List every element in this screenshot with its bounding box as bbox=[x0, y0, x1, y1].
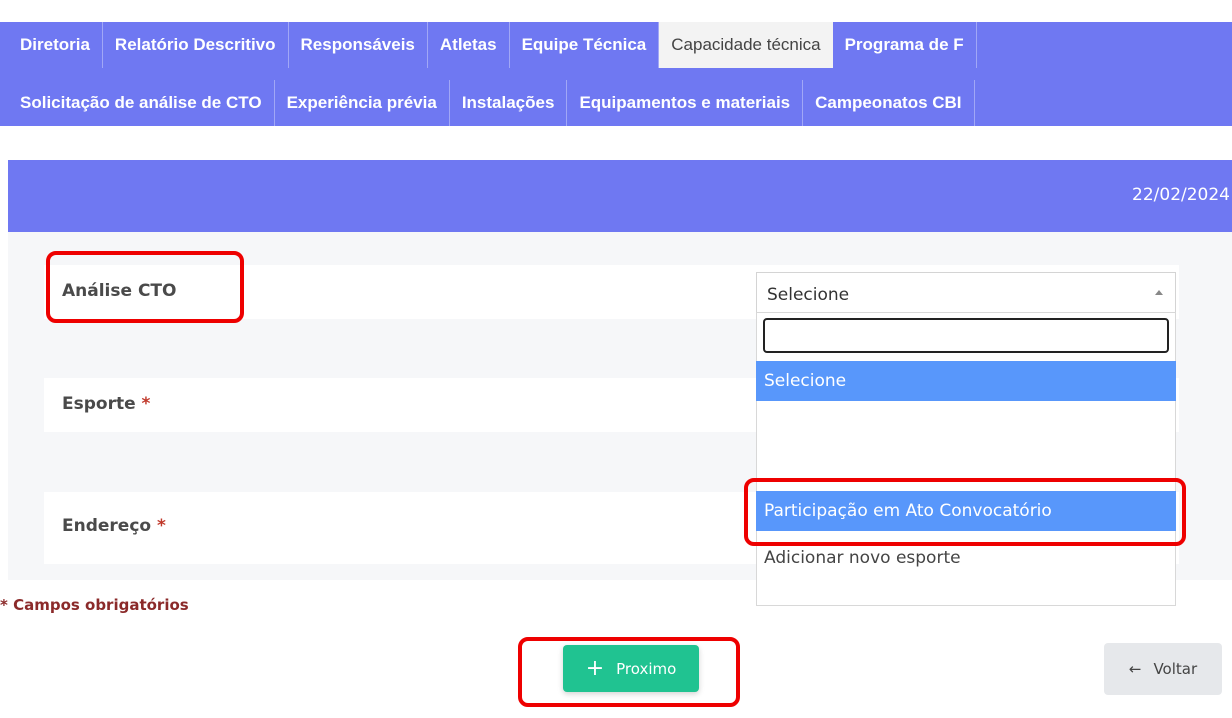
tab-responsaveis[interactable]: Responsáveis bbox=[289, 22, 428, 68]
endereco-label: Endereço * bbox=[62, 516, 166, 536]
back-button-label: Voltar bbox=[1153, 660, 1198, 678]
card-header: 22/02/2024 bbox=[8, 160, 1232, 232]
annotation-box-next bbox=[518, 637, 740, 707]
tab-row-2: Solicitação de análise de CTO Experiênci… bbox=[0, 80, 1232, 126]
esporte-label: Esporte * bbox=[62, 394, 151, 414]
tab-relatorio-descritivo[interactable]: Relatório Descritivo bbox=[103, 22, 289, 68]
annotation-box-option bbox=[744, 478, 1186, 546]
tab-diretoria[interactable]: Diretoria bbox=[0, 22, 103, 68]
tab-atletas[interactable]: Atletas bbox=[428, 22, 510, 68]
tab-capacidade-tecnica[interactable]: Capacidade técnica bbox=[659, 22, 833, 68]
tab-instalacoes[interactable]: Instalações bbox=[450, 80, 568, 126]
tab-programa[interactable]: Programa de F bbox=[833, 22, 977, 68]
required-mark: * bbox=[141, 394, 151, 414]
back-button[interactable]: ← Voltar bbox=[1104, 643, 1222, 695]
tab-row-1: Diretoria Relatório Descritivo Responsáv… bbox=[0, 22, 1232, 68]
tab-campeonatos[interactable]: Campeonatos CBI bbox=[803, 80, 975, 126]
select-value: Selecione bbox=[767, 285, 850, 305]
annotation-box-analise bbox=[46, 251, 244, 323]
header-date: 22/02/2024 bbox=[1132, 185, 1230, 205]
dropdown-search-input[interactable] bbox=[763, 318, 1169, 353]
chevron-up-icon bbox=[1155, 290, 1163, 295]
page: Diretoria Relatório Descritivo Responsáv… bbox=[0, 0, 1232, 718]
required-fields-note: * Campos obrigatórios bbox=[0, 596, 189, 614]
tab-row-spacer bbox=[0, 68, 1232, 80]
required-mark: * bbox=[157, 516, 166, 536]
tab-solicitacao-cto[interactable]: Solicitação de análise de CTO bbox=[0, 80, 275, 126]
option-selecione[interactable]: Selecione bbox=[756, 361, 1176, 401]
tab-bar: Diretoria Relatório Descritivo Responsáv… bbox=[0, 0, 1232, 126]
tab-equipe-tecnica[interactable]: Equipe Técnica bbox=[510, 22, 660, 68]
tab-equipamentos[interactable]: Equipamentos e materiais bbox=[567, 80, 804, 126]
tab-experiencia-previa[interactable]: Experiência prévia bbox=[275, 80, 450, 126]
arrow-left-icon: ← bbox=[1128, 660, 1142, 678]
